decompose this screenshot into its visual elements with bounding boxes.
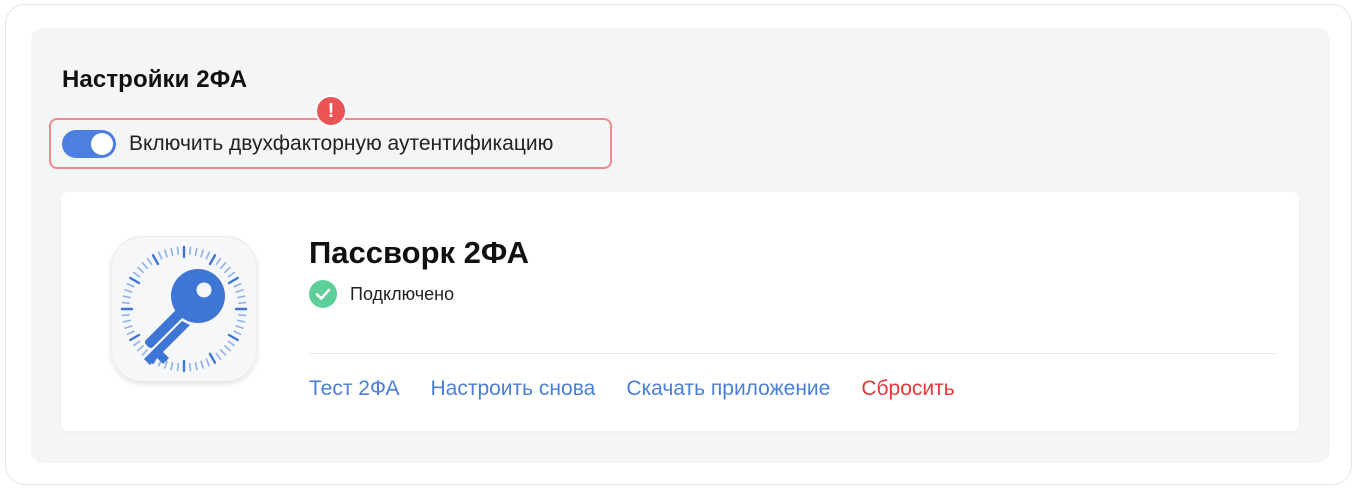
dial-tick: [133, 271, 141, 278]
dial-tick: [220, 349, 227, 356]
dial-tick: [200, 249, 204, 258]
provider-actions: Тест 2ФА Настроить снова Скачать приложе…: [309, 377, 955, 401]
dial-tick: [124, 325, 133, 329]
toggle-knob: [91, 132, 113, 155]
dial-tick: [146, 258, 153, 266]
panel-title: Настройки 2ФА: [62, 66, 248, 93]
dial-tick: [157, 251, 163, 260]
reconfigure-link[interactable]: Настроить снова: [430, 377, 595, 401]
dial-tick: [220, 262, 227, 269]
dial-tick: [124, 289, 133, 293]
dial-tick: [227, 333, 239, 342]
dial-tick: [235, 325, 244, 329]
dial-tick: [129, 333, 141, 342]
dial-tick: [235, 289, 244, 293]
two-factor-settings-panel: Настройки 2ФА Включить двухфакторную аут…: [31, 28, 1330, 463]
dial-tick: [215, 352, 222, 360]
dial-tick: [164, 360, 168, 369]
dial-tick: [188, 362, 192, 372]
dial-tick: [233, 330, 242, 336]
dial-tick: [170, 247, 174, 257]
dial-tick: [141, 349, 148, 356]
alert-badge: !: [315, 95, 347, 127]
dial-tick: [237, 301, 247, 305]
dial-tick: [224, 266, 231, 273]
dial-tick: [137, 345, 144, 352]
dial-tick: [122, 295, 132, 299]
enable-2fa-label: Включить двухфакторную аутентификацию: [129, 131, 554, 155]
dial-tick: [227, 340, 235, 347]
dial-tick: [188, 246, 192, 256]
provider-card: Пассворк 2ФА Подключено Тест 2ФА Настрои…: [61, 192, 1299, 431]
status-text: Подключено: [350, 283, 455, 304]
dial-tick: [170, 361, 174, 371]
dial-tick: [208, 352, 217, 364]
dial-tick: [121, 313, 131, 317]
check-circle-icon: [309, 280, 337, 308]
dial-tick: [205, 358, 211, 367]
connection-status: Подключено: [309, 280, 454, 308]
dial-tick: [200, 360, 204, 369]
dial-tick: [227, 276, 239, 285]
reset-link[interactable]: Сбросить: [861, 377, 954, 401]
dial-tick: [194, 247, 198, 257]
dial-tick: [126, 330, 135, 336]
dial-tick: [137, 266, 144, 273]
dial-tick: [176, 362, 180, 372]
divider: [309, 353, 1277, 354]
dial-tick: [237, 313, 247, 317]
provider-name: Пассворк 2ФА: [309, 235, 529, 270]
dial-tick: [227, 271, 235, 278]
dial-tick: [141, 262, 148, 269]
dial-tick: [215, 258, 222, 266]
exclamation-icon: !: [327, 99, 335, 122]
test-2fa-link[interactable]: Тест 2ФА: [309, 377, 399, 401]
dial-tick: [236, 295, 246, 299]
dial-tick: [151, 254, 160, 266]
dial-tick: [133, 340, 141, 347]
download-app-link[interactable]: Скачать приложение: [626, 377, 830, 401]
dial-tick: [194, 361, 198, 371]
dial-tick: [208, 254, 217, 266]
dial-tick: [122, 319, 132, 323]
dial-tick: [176, 246, 180, 256]
dial-tick: [236, 319, 246, 323]
dial-tick: [121, 301, 131, 305]
key-icon: [111, 236, 257, 382]
dial-tick: [205, 251, 211, 260]
enable-2fa-toggle[interactable]: [62, 129, 116, 158]
dial-tick: [126, 282, 135, 288]
dial-tick: [164, 249, 168, 258]
dial-tick: [129, 276, 141, 285]
dial-tick: [233, 282, 242, 288]
dial-tick: [224, 345, 231, 352]
